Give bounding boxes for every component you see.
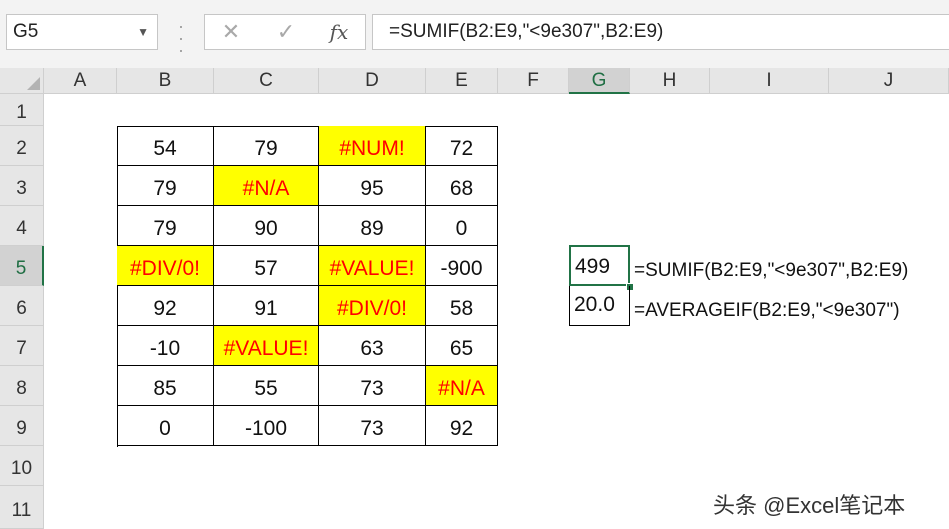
cell-b4[interactable]: 79 <box>117 206 214 246</box>
row-header-2[interactable]: 2 <box>0 126 44 166</box>
column-header-g[interactable]: G <box>569 68 630 94</box>
cell-c5[interactable]: 57 <box>214 246 319 286</box>
cell-d4[interactable]: 89 <box>319 206 426 246</box>
column-header-b[interactable]: B <box>117 68 214 94</box>
cell-c2[interactable]: 79 <box>214 126 319 166</box>
cell-d9[interactable]: 73 <box>319 406 426 446</box>
formula-bar-area: G5 ▼ · · · ✕ ✓ fx =SUMIF(B2:E9,"<9e307",B2… <box>0 0 949 68</box>
cell-e8[interactable]: #N/A <box>426 366 498 406</box>
insert-function-icon[interactable]: fx <box>319 15 359 49</box>
column-header-i[interactable]: I <box>710 68 829 94</box>
row-header-9[interactable]: 9 <box>0 406 44 446</box>
name-box-value: G5 <box>13 21 39 42</box>
cell-e6[interactable]: 58 <box>426 286 498 326</box>
column-header-d[interactable]: D <box>319 68 426 94</box>
cell-c6[interactable]: 91 <box>214 286 319 326</box>
row-header-5[interactable]: 5 <box>0 246 44 286</box>
cell-d6[interactable]: #DIV/0! <box>319 286 426 326</box>
cell-e7[interactable]: 65 <box>426 326 498 366</box>
cell-c8[interactable]: 55 <box>214 366 319 406</box>
cell-d8[interactable]: 73 <box>319 366 426 406</box>
cell-c3[interactable]: #N/A <box>214 166 319 206</box>
cell-d5[interactable]: #VALUE! <box>319 246 426 286</box>
cell-e5[interactable]: -900 <box>426 246 498 286</box>
column-header-j[interactable]: J <box>829 68 949 94</box>
row-header-10[interactable]: 10 <box>0 446 44 486</box>
g5-formula-note: =SUMIF(B2:E9,"<9e307",B2:E9) <box>634 260 909 281</box>
row-header-11[interactable]: 11 <box>0 486 44 529</box>
cell-b5[interactable]: #DIV/0! <box>117 246 214 286</box>
enter-icon[interactable]: ✓ <box>266 15 306 49</box>
cell-c9[interactable]: -100 <box>214 406 319 446</box>
excel-window: G5 ▼ · · · ✕ ✓ fx =SUMIF(B2:E9,"<9e307",B2… <box>0 0 949 529</box>
cell-d3[interactable]: 95 <box>319 166 426 206</box>
select-all-button[interactable] <box>0 68 44 94</box>
cell-b9[interactable]: 0 <box>117 406 214 446</box>
cell-b3[interactable]: 79 <box>117 166 214 206</box>
select-all-icon <box>27 77 40 90</box>
cell-g6[interactable]: 20.0 <box>569 286 630 326</box>
cell-e3[interactable]: 68 <box>426 166 498 206</box>
formula-input[interactable]: =SUMIF(B2:E9,"<9e307",B2:E9) <box>372 14 949 50</box>
cell-b6[interactable]: 92 <box>117 286 214 326</box>
cell-d7[interactable]: 63 <box>319 326 426 366</box>
cell-g5[interactable]: 499 <box>569 245 630 286</box>
cell-e9[interactable]: 92 <box>426 406 498 446</box>
cell-e4[interactable]: 0 <box>426 206 498 246</box>
watermark: 头条 @Excel笔记本 <box>713 493 906 518</box>
column-header-e[interactable]: E <box>426 68 498 94</box>
column-header-c[interactable]: C <box>214 68 319 94</box>
vertical-dots-icon[interactable]: · · · <box>172 14 190 59</box>
column-header-f[interactable]: F <box>498 68 569 94</box>
row-header-6[interactable]: 6 <box>0 286 44 326</box>
row-header-3[interactable]: 3 <box>0 166 44 206</box>
chevron-down-icon[interactable]: ▼ <box>137 15 149 49</box>
column-header-h[interactable]: H <box>630 68 710 94</box>
cell-b8[interactable]: 85 <box>117 366 214 406</box>
cancel-icon[interactable]: ✕ <box>211 15 251 49</box>
cell-c4[interactable]: 90 <box>214 206 319 246</box>
row-header-1[interactable]: 1 <box>0 94 44 126</box>
cell-c7[interactable]: #VALUE! <box>214 326 319 366</box>
row-header-8[interactable]: 8 <box>0 366 44 406</box>
column-header-a[interactable]: A <box>44 68 117 94</box>
row-header-7[interactable]: 7 <box>0 326 44 366</box>
cell-e2[interactable]: 72 <box>426 126 498 166</box>
name-box[interactable]: G5 ▼ <box>6 14 158 50</box>
formula-buttons: ✕ ✓ fx <box>204 14 366 50</box>
cell-b2[interactable]: 54 <box>117 126 214 166</box>
cell-b7[interactable]: -10 <box>117 326 214 366</box>
g6-formula-note: =AVERAGEIF(B2:E9,"<9e307") <box>634 300 900 321</box>
row-header-4[interactable]: 4 <box>0 206 44 246</box>
cell-d2[interactable]: #NUM! <box>319 126 426 166</box>
